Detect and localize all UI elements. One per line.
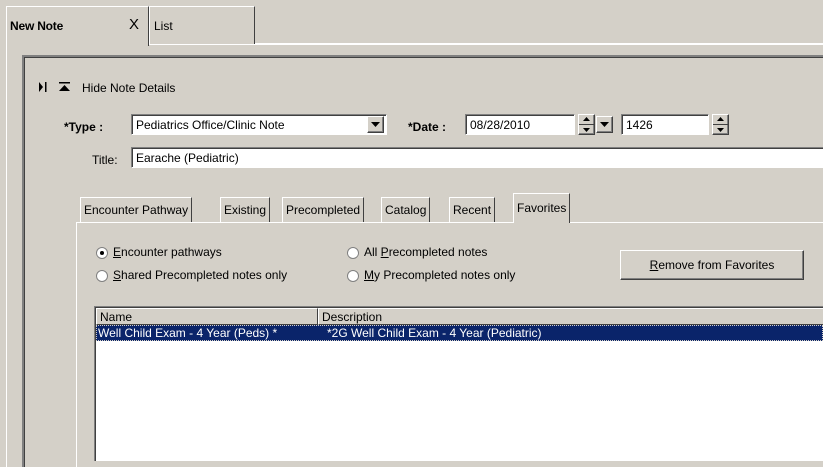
spin-down-icon [583, 128, 590, 132]
remove-from-favorites-label: Remove from Favorites [649, 258, 775, 272]
expand-arrow-icon[interactable] [38, 81, 48, 93]
title-label: Title: [92, 153, 118, 167]
radio-my-precompleted-label[interactable]: My Precompleted notes only [364, 268, 515, 282]
spin-down-icon [717, 128, 724, 132]
table-row[interactable]: Well Child Exam - 4 Year (Peds) * *2G We… [96, 325, 823, 341]
radio-encounter-pathways[interactable] [96, 247, 108, 259]
subtab-label: Encounter Pathway [84, 203, 189, 217]
subtab-label: Catalog [385, 203, 427, 217]
spin-up-icon [717, 117, 724, 121]
column-header-name[interactable]: Name [96, 308, 318, 325]
type-value: Pediatrics Office/Clinic Note [136, 118, 285, 132]
tab-list-label: List [154, 19, 173, 33]
column-header-description[interactable]: Description [318, 308, 823, 325]
subtab-label: Recent [453, 203, 492, 217]
time-value: 1426 [626, 118, 653, 132]
date-calendar-dropdown-button[interactable] [596, 116, 613, 133]
radio-shared-precompleted-label[interactable]: Shared Precompleted notes only [113, 268, 287, 282]
type-label: *Type : [64, 120, 104, 134]
radio-all-precompleted[interactable] [347, 247, 359, 259]
column-header-label: Description [322, 310, 383, 324]
collapse-up-icon[interactable] [59, 82, 70, 93]
radio-all-precompleted-label[interactable]: All Precompleted notes [364, 245, 487, 259]
time-field[interactable]: 1426 [621, 114, 709, 135]
subtab-favorites[interactable]: Favorites [513, 193, 571, 223]
title-value: Earache (Pediatric) [136, 151, 239, 165]
subtab-existing[interactable]: Existing [220, 197, 271, 222]
subtab-label: Precompleted [286, 203, 361, 217]
date-label: *Date : [408, 120, 447, 134]
subtab-label: Existing [224, 203, 267, 217]
chevron-down-icon [371, 122, 380, 127]
column-header-label: Name [100, 310, 133, 324]
date-value: 08/28/2010 [470, 118, 531, 132]
subtab-label: Favorites [517, 201, 567, 215]
subtab-precompleted[interactable]: Precompleted [282, 197, 365, 222]
date-spinner[interactable] [578, 114, 595, 135]
subtab-recent[interactable]: Recent [449, 197, 496, 222]
spin-up-icon [583, 117, 590, 121]
title-field[interactable]: Earache (Pediatric) [131, 147, 823, 168]
time-spinner[interactable] [712, 114, 729, 135]
tab-list[interactable]: List [149, 6, 255, 44]
type-select[interactable]: Pediatrics Office/Clinic Note [131, 114, 387, 135]
hide-note-details-link[interactable]: Hide Note Details [82, 81, 175, 95]
remove-from-favorites-button[interactable]: Remove from Favorites [620, 250, 804, 280]
row-description: *2G Well Child Exam - 4 Year (Pediatric) [327, 326, 542, 340]
chevron-down-icon [600, 122, 609, 127]
radio-my-precompleted[interactable] [347, 270, 359, 282]
subtab-catalog[interactable]: Catalog [381, 197, 431, 222]
type-dropdown-button[interactable] [367, 116, 384, 133]
row-name: Well Child Exam - 4 Year (Peds) * [98, 326, 278, 340]
tab-new-note-label: New Note [10, 19, 64, 33]
tab-new-note[interactable]: New Note X [6, 6, 149, 46]
close-tab-icon[interactable]: X [129, 16, 139, 33]
subtab-encounter-pathway[interactable]: Encounter Pathway [80, 197, 193, 222]
radio-shared-precompleted[interactable] [96, 270, 108, 282]
radio-encounter-pathways-label[interactable]: Encounter pathways [113, 245, 222, 259]
date-field[interactable]: 08/28/2010 [465, 114, 575, 135]
